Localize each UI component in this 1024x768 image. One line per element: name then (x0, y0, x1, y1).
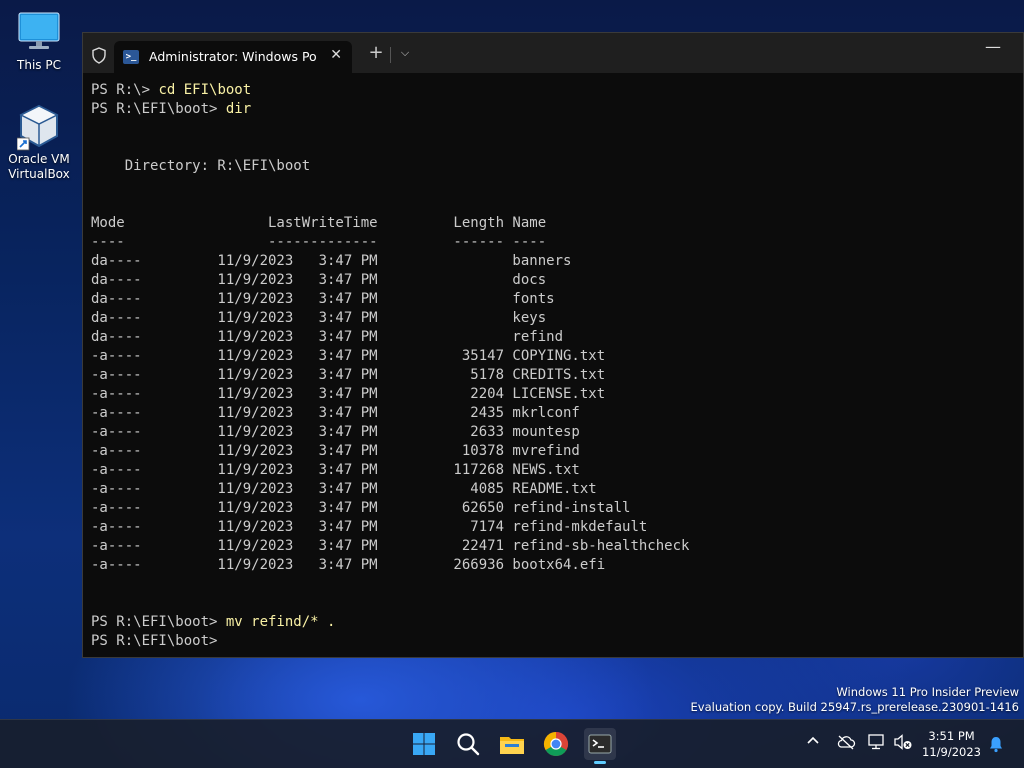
console-prompt: PS R:\EFI\boot> (91, 614, 226, 630)
file-explorer-icon[interactable] (496, 728, 528, 760)
console-output-text: -a---- 11/9/2023 3:47 PM 2435 mkrlconf (91, 405, 580, 421)
console-line: -a---- 11/9/2023 3:47 PM 7174 refind-mkd… (91, 518, 1023, 537)
console-line: -a---- 11/9/2023 3:47 PM 62650 refind-in… (91, 499, 1023, 518)
desktop-icon-label: This PC (17, 58, 61, 72)
console-line: -a---- 11/9/2023 3:47 PM 2204 LICENSE.tx… (91, 385, 1023, 404)
console-line: -a---- 11/9/2023 3:47 PM 35147 COPYING.t… (91, 347, 1023, 366)
console-line: -a---- 11/9/2023 3:47 PM 10378 mvrefind (91, 442, 1023, 461)
evaluation-watermark: Windows 11 Pro Insider Preview Evaluatio… (691, 685, 1019, 715)
console-output-text: -a---- 11/9/2023 3:47 PM 10378 mvrefind (91, 443, 580, 459)
console-line: da---- 11/9/2023 3:47 PM keys (91, 309, 1023, 328)
console-output[interactable]: PS R:\> cd EFI\boot PS R:\EFI\boot> dir D… (91, 81, 1023, 651)
console-line: PS R:\EFI\boot> mv refind/* . (91, 613, 1023, 632)
console-output-text: da---- 11/9/2023 3:47 PM docs (91, 272, 547, 288)
search-icon[interactable] (452, 728, 484, 760)
taskbar: 3:51 PM 11/9/2023 (0, 719, 1024, 768)
console-line: -a---- 11/9/2023 3:47 PM 2435 mkrlconf (91, 404, 1023, 423)
console-line: -a---- 11/9/2023 3:47 PM 5178 CREDITS.tx… (91, 366, 1023, 385)
network-icon[interactable] (867, 733, 887, 755)
shield-icon (91, 47, 107, 64)
tab-title: Administrator: Windows PowerShell (149, 49, 317, 64)
console-command: dir (225, 101, 252, 117)
chevron-down-icon[interactable]: ⌵ (396, 46, 414, 60)
new-tab-button[interactable]: + (366, 42, 386, 63)
monitor-icon (17, 10, 61, 54)
clock-date: 11/9/2023 (922, 745, 981, 759)
console-output-text: -a---- 11/9/2023 3:47 PM 4085 README.txt (91, 481, 597, 497)
console-output-text: -a---- 11/9/2023 3:47 PM 2633 mountesp (91, 424, 580, 440)
console-line: -a---- 11/9/2023 3:47 PM 117268 NEWS.txt (91, 461, 1023, 480)
console-line: PS R:\EFI\boot> (91, 632, 1023, 651)
terminal-icon[interactable] (584, 728, 616, 764)
console-command: mv refind/* . (225, 614, 336, 630)
console-output-text: -a---- 11/9/2023 3:47 PM 266936 bootx64.… (91, 557, 606, 573)
console-prompt: PS R:\> (91, 82, 159, 98)
close-icon[interactable]: ✕ (330, 47, 342, 63)
console-line: Directory: R:\EFI\boot (91, 157, 1023, 176)
console-output-text: da---- 11/9/2023 3:47 PM banners (91, 253, 572, 269)
console-output-text: -a---- 11/9/2023 3:47 PM 22471 refind-sb… (91, 538, 690, 554)
terminal-window[interactable]: >_ Administrator: Windows PowerShell ✕ +… (82, 32, 1024, 658)
console-line: da---- 11/9/2023 3:47 PM banners (91, 252, 1023, 271)
console-output-text: Mode LastWriteTime Length Name (91, 215, 547, 231)
console-line: ---- ------------- ------ ---- (91, 233, 1023, 252)
console-output-text: -a---- 11/9/2023 3:47 PM 35147 COPYING.t… (91, 348, 606, 364)
virtualbox-icon (16, 104, 61, 151)
console-line: -a---- 11/9/2023 3:47 PM 22471 refind-sb… (91, 537, 1023, 556)
console-output-text: -a---- 11/9/2023 3:47 PM 2204 LICENSE.tx… (91, 386, 606, 402)
console-line: PS R:\> cd EFI\boot (91, 81, 1023, 100)
console-output-text: -a---- 11/9/2023 3:47 PM 5178 CREDITS.tx… (91, 367, 606, 383)
chevron-up-icon[interactable] (806, 734, 820, 752)
title-bar[interactable]: >_ Administrator: Windows PowerShell ✕ +… (83, 33, 1023, 73)
console-output-text: Directory: R:\EFI\boot (91, 158, 311, 174)
console-line: Mode LastWriteTime Length Name (91, 214, 1023, 233)
console-line: da---- 11/9/2023 3:47 PM docs (91, 271, 1023, 290)
console-output-text: -a---- 11/9/2023 3:47 PM 62650 refind-in… (91, 500, 631, 516)
tab-administrator-powershell[interactable]: >_ Administrator: Windows PowerShell ✕ (114, 41, 352, 73)
console-prompt: PS R:\EFI\boot> (91, 633, 226, 649)
volume-muted-icon[interactable] (893, 733, 913, 755)
console-line: PS R:\EFI\boot> dir (91, 100, 1023, 119)
powershell-icon: >_ (123, 50, 139, 64)
desktop-icon-oracle-vm-virtualbox[interactable]: Oracle VM VirtualBox (1, 104, 77, 182)
console-output-text: -a---- 11/9/2023 3:47 PM 7174 refind-mkd… (91, 519, 648, 535)
console-line: da---- 11/9/2023 3:47 PM refind (91, 328, 1023, 347)
minimize-button[interactable]: — (985, 37, 1001, 56)
console-output-text: da---- 11/9/2023 3:47 PM refind (91, 329, 564, 345)
console-output-text: ---- ------------- ------ ---- (91, 234, 547, 250)
start-icon[interactable] (408, 728, 440, 760)
console-line: -a---- 11/9/2023 3:47 PM 4085 README.txt (91, 480, 1023, 499)
desktop-icon-label: Oracle VM VirtualBox (8, 152, 70, 181)
console-output-text: -a---- 11/9/2023 3:47 PM 117268 NEWS.txt (91, 462, 580, 478)
console-command: cd EFI\boot (158, 82, 252, 98)
chrome-icon[interactable] (540, 728, 572, 760)
console-line: da---- 11/9/2023 3:47 PM fonts (91, 290, 1023, 309)
notification-bell-icon[interactable] (988, 735, 1004, 757)
cloud-offline-icon[interactable] (836, 734, 856, 754)
divider (390, 47, 391, 63)
clock[interactable]: 3:51 PM 11/9/2023 (922, 728, 981, 760)
clock-time: 3:51 PM (928, 729, 975, 743)
desktop-icon-this-pc[interactable]: This PC (1, 10, 77, 73)
console-output-text: da---- 11/9/2023 3:47 PM keys (91, 310, 547, 326)
watermark-line-1: Windows 11 Pro Insider Preview (836, 685, 1019, 699)
console-line: -a---- 11/9/2023 3:47 PM 2633 mountesp (91, 423, 1023, 442)
console-line: -a---- 11/9/2023 3:47 PM 266936 bootx64.… (91, 556, 1023, 575)
console-prompt: PS R:\EFI\boot> (91, 101, 226, 117)
watermark-line-2: Evaluation copy. Build 25947.rs_prerelea… (690, 700, 1019, 714)
console-output-text: da---- 11/9/2023 3:47 PM fonts (91, 291, 555, 307)
